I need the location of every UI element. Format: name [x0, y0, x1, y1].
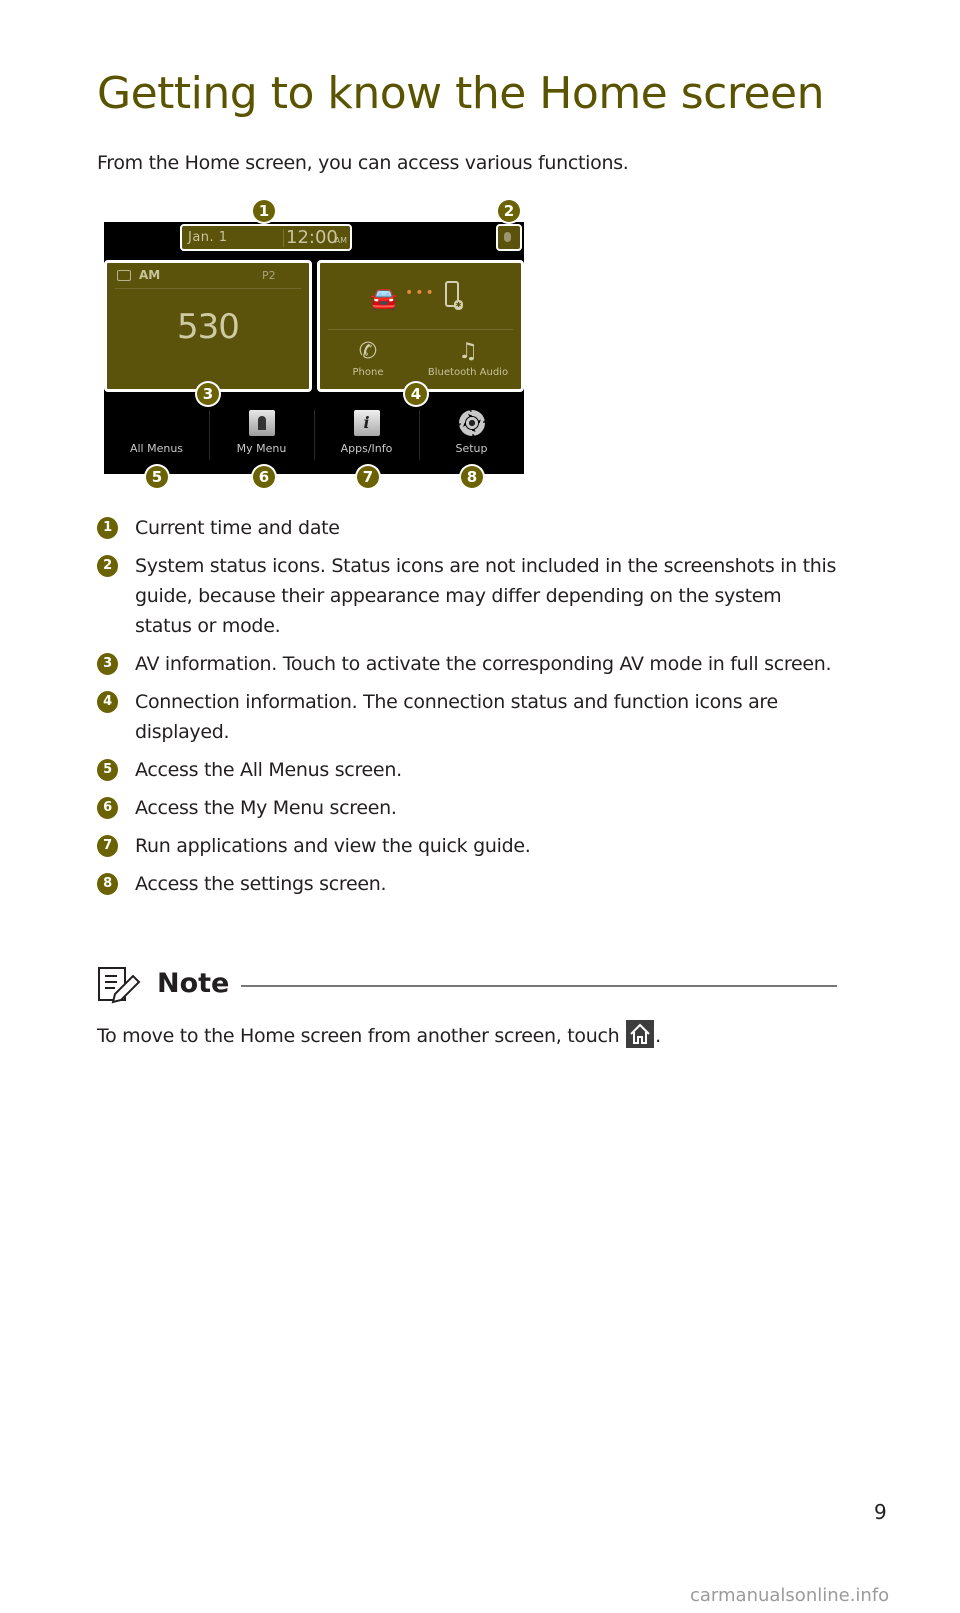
callout-item: 6 Access the My Menu screen.: [97, 793, 837, 823]
callout-number: 5: [97, 759, 118, 781]
my-menu-button[interactable]: My Menu: [209, 396, 314, 474]
radio-frequency: 530: [177, 307, 240, 347]
callout-number: 6: [97, 797, 118, 819]
phone-icon: ✆: [358, 339, 378, 364]
note-text-before: To move to the Home screen from another …: [97, 1025, 626, 1047]
callout-badge: 1: [253, 200, 275, 222]
top-status-bar: Jan. 1 12:00 AM: [104, 222, 524, 256]
phone-button[interactable]: ✆ Phone: [320, 337, 416, 378]
date-time-separator: [283, 229, 284, 247]
grid-icon: [144, 410, 170, 436]
radio-band: AM: [139, 268, 161, 282]
note-label: Note: [157, 968, 230, 999]
radio-icon: [117, 270, 131, 281]
mobile-device-icon: ✱: [445, 281, 463, 310]
note-header: Note: [97, 964, 837, 1008]
bluetooth-icon: ✱: [454, 300, 463, 310]
system-status-icons: [496, 224, 522, 251]
phone-label: Phone: [352, 367, 384, 378]
callout-number: 4: [97, 691, 118, 713]
callout-badge: 8: [461, 466, 483, 488]
bluetooth-audio-button[interactable]: ♫ Bluetooth Audio: [420, 337, 516, 378]
callout-text: Access the All Menus screen.: [135, 759, 402, 781]
callout-number: 3: [97, 653, 118, 675]
callout-item: 7 Run applications and view the quick gui…: [97, 831, 837, 861]
apps-info-button[interactable]: i Apps/Info: [314, 396, 419, 474]
setup-label: Setup: [455, 442, 488, 455]
page-number: 9: [874, 1500, 887, 1524]
home-screen-figure: Jan. 1 12:00 AM AM P2 530 🚘 ••• ✱ ✆ Phon…: [104, 222, 524, 474]
callout-number: 1: [97, 517, 118, 539]
time-text: 12:00: [286, 227, 338, 248]
callout-badge: 2: [498, 200, 520, 222]
car-icon: 🚘: [370, 287, 398, 312]
bottom-menu-bar: All Menus My Menu i Apps/Info Setup: [104, 396, 524, 474]
callout-badge: 4: [405, 383, 427, 405]
callout-item: 1 Current time and date: [97, 513, 837, 543]
callout-badge: 6: [253, 466, 275, 488]
date-text: Jan. 1: [188, 230, 228, 245]
callout-badge: 5: [146, 466, 168, 488]
callout-badge: 7: [357, 466, 379, 488]
page-title: Getting to know the Home screen: [97, 68, 825, 119]
intro-text: From the Home screen, you can access var…: [97, 152, 629, 174]
folder-user-icon: [248, 410, 275, 436]
note-pencil-icon: [98, 967, 141, 1004]
setup-button[interactable]: Setup: [419, 396, 524, 474]
watermark: carmanualsonline.info: [690, 1585, 890, 1606]
gear-icon: [458, 410, 485, 436]
callout-text: AV information. Touch to activate the co…: [135, 653, 832, 675]
callout-item: 2 System status icons. Status icons are n…: [97, 551, 837, 641]
all-menus-label: All Menus: [129, 442, 184, 455]
radio-preset: P2: [262, 269, 276, 282]
callout-text: System status icons. Status icons are no…: [135, 555, 837, 637]
connection-info-panel[interactable]: 🚘 ••• ✱ ✆ Phone ♫ Bluetooth Audio: [317, 260, 524, 392]
callout-text: Access the My Menu screen.: [135, 797, 397, 819]
callout-item: 3 AV information. Touch to activate the c…: [97, 649, 837, 679]
connecting-dots-icon: •••: [405, 285, 436, 301]
bluetooth-audio-label: Bluetooth Audio: [427, 367, 509, 378]
date-time-display: Jan. 1 12:00 AM: [180, 224, 352, 251]
callout-text: Connection information. The connection s…: [135, 691, 778, 743]
callout-number: 7: [97, 835, 118, 857]
callout-list: 1 Current time and date 2 System status ic…: [97, 513, 837, 907]
note-text: To move to the Home screen from another …: [97, 1020, 661, 1048]
callout-number: 8: [97, 873, 118, 895]
callout-number: 2: [97, 555, 118, 577]
apps-info-label: Apps/Info: [340, 442, 393, 455]
all-menus-button[interactable]: All Menus: [104, 396, 209, 474]
note-divider: [241, 985, 837, 987]
callout-text: Access the settings screen.: [135, 873, 387, 895]
info-icon: i: [353, 410, 380, 436]
callout-item: 8 Access the settings screen.: [97, 869, 837, 899]
av-info-panel[interactable]: AM P2 530: [104, 260, 312, 392]
callout-text: Current time and date: [135, 517, 340, 539]
callout-badge: 3: [197, 383, 219, 405]
ampm-text: AM: [334, 236, 347, 245]
my-menu-label: My Menu: [236, 442, 287, 455]
callout-item: 5 Access the All Menus screen.: [97, 755, 837, 785]
home-icon: [626, 1020, 655, 1048]
divider: [328, 329, 513, 330]
callout-item: 4 Connection information. The connection …: [97, 687, 837, 747]
divider: [115, 288, 301, 289]
bluetooth-audio-icon: ♫: [458, 339, 478, 364]
callout-text: Run applications and view the quick guid…: [135, 835, 531, 857]
status-icon: [504, 232, 511, 242]
note-text-after: .: [655, 1025, 661, 1047]
